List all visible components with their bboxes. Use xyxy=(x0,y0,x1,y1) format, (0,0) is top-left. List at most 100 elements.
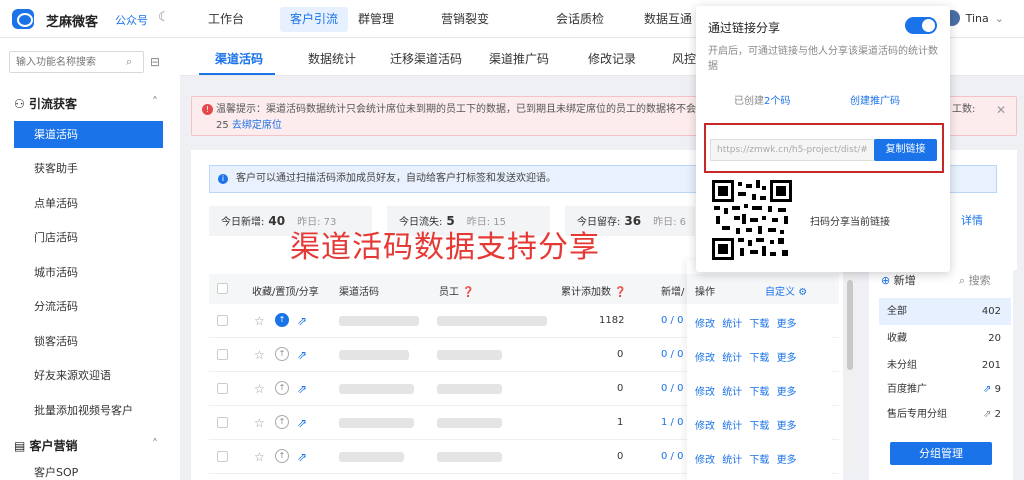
group-manage-button[interactable]: 分组管理 xyxy=(890,442,992,465)
star-icon[interactable]: ☆ xyxy=(254,382,265,396)
plus-circle-icon: ⊕ xyxy=(881,274,891,287)
pin-icon[interactable]: ↑ xyxy=(275,415,289,429)
customize-columns-button[interactable]: 自定义 ⚙ xyxy=(765,283,807,298)
sidebar-item-store-qr[interactable]: 门店活码 xyxy=(14,224,163,251)
row-checkbox[interactable] xyxy=(217,417,228,428)
edit-link: 修改 xyxy=(695,319,715,330)
row-actions[interactable]: 修改 统计 下载 更多 xyxy=(695,383,797,398)
download-link: 下载 xyxy=(749,421,770,432)
share-icon[interactable]: ⇗ xyxy=(297,450,307,464)
warning-icon: ! xyxy=(202,104,213,115)
alert-text-end: 工数: xyxy=(952,104,976,115)
tab-migrate-qr[interactable]: 迁移渠道活码 xyxy=(390,50,462,67)
new-count: 0 / 0 xyxy=(661,451,684,462)
group-item-favorites[interactable]: 收藏 20 xyxy=(879,325,1011,352)
nav-workbench[interactable]: 工作台 xyxy=(198,7,254,32)
search-icon[interactable]: ⌕ xyxy=(126,55,132,69)
popup-title: 通过链接分享 xyxy=(708,21,781,35)
app-logo-icon xyxy=(12,9,34,29)
sidebar-item-city-qr[interactable]: 城市活码 xyxy=(14,259,163,286)
row-actions[interactable]: 修改 统计 下载 更多 xyxy=(695,315,797,330)
row-actions[interactable]: 修改 统计 下载 更多 xyxy=(695,349,797,364)
create-promo-code-link[interactable]: 创建推广码 xyxy=(850,92,900,107)
nav-data-sync[interactable]: 数据互通 xyxy=(634,7,702,32)
help-icon: ❓ xyxy=(462,287,475,298)
copy-link-button[interactable]: 复制链接 xyxy=(874,139,937,161)
function-search-input[interactable] xyxy=(9,51,144,73)
section-lead-acquisition[interactable]: ⚇ 引流获客 ˄ xyxy=(14,95,158,112)
row-actions[interactable]: 修改 统计 下载 更多 xyxy=(695,417,797,432)
sidebar-item-lock-qr[interactable]: 锁客活码 xyxy=(14,328,163,355)
sidebar: ⌕ ⊟ ⚇ 引流获客 ˄ 渠道活码 获客助手 点单活码 门店活码 城市活码 分流活… xyxy=(0,38,180,480)
group-item-baidu[interactable]: 百度推广 ⇗ 9 xyxy=(879,376,1011,403)
share-icon[interactable]: ⇗ xyxy=(297,382,307,396)
blurred-staff xyxy=(437,384,502,394)
total-added: 0 xyxy=(617,383,624,394)
edit-link: 修改 xyxy=(695,455,715,466)
share-icon[interactable]: ⇗ xyxy=(297,348,307,362)
details-link[interactable]: 详情 xyxy=(961,206,983,236)
star-icon[interactable]: ☆ xyxy=(254,348,265,362)
star-icon[interactable]: ☆ xyxy=(254,416,265,430)
select-all-checkbox[interactable] xyxy=(217,283,228,294)
help-icon: ❓ xyxy=(614,287,627,298)
group-search-button[interactable]: ⌕ 搜索 xyxy=(959,272,991,288)
section-customer-marketing[interactable]: ▤ 客户营销 ˄ xyxy=(14,437,158,454)
download-link: 下载 xyxy=(749,353,770,364)
nav-customer-acquisition[interactable]: 客户引流 xyxy=(280,7,349,32)
table-scrollbar[interactable] xyxy=(845,262,855,467)
blurred-name xyxy=(339,384,414,394)
chevron-down-icon: ⌄ xyxy=(994,11,1004,25)
pin-icon[interactable]: ↑ xyxy=(275,347,289,361)
sidebar-item-welcome-message[interactable]: 好友来源欢迎语 xyxy=(14,362,163,389)
nav-session-qc[interactable]: 会话质检 xyxy=(546,7,614,32)
group-item-all[interactable]: 全部 402 xyxy=(879,298,1011,325)
qr-code-icon xyxy=(712,180,792,260)
share-url-input[interactable]: https://zmwk.cn/h5-project/dist/# xyxy=(710,139,875,161)
sidebar-item-video-customers[interactable]: 批量添加视频号客户 xyxy=(14,397,163,424)
info-icon: i xyxy=(218,174,228,184)
pin-icon[interactable]: ↑ xyxy=(275,381,289,395)
row-checkbox[interactable] xyxy=(217,349,228,360)
dark-mode-icon[interactable]: ☾ xyxy=(158,10,170,25)
share-link-popup: 通过链接分享 开启后，可通过链接与他人分享该渠道活码的统计数据 已创建2个码 创… xyxy=(696,6,950,272)
share-icon[interactable]: ⇗ xyxy=(297,416,307,430)
edit-link: 修改 xyxy=(695,387,715,398)
close-icon[interactable]: ✕ xyxy=(996,102,1006,118)
new-count: 0 / 0 xyxy=(661,349,684,360)
scrollbar-thumb[interactable] xyxy=(847,280,853,370)
sidebar-item-acquisition-assistant[interactable]: 获客助手 xyxy=(14,155,163,182)
row-checkbox[interactable] xyxy=(217,383,228,394)
share-icon[interactable]: ⇗ xyxy=(297,314,307,328)
tab-data-stats[interactable]: 数据统计 xyxy=(308,50,356,67)
user-plus-icon: ⚇ xyxy=(14,97,29,111)
sidebar-item-channel-qr[interactable]: 渠道活码 xyxy=(14,121,163,148)
row-checkbox[interactable] xyxy=(217,315,228,326)
tab-promo-code[interactable]: 渠道推广码 xyxy=(489,50,549,67)
blurred-name xyxy=(339,350,409,360)
row-checkbox[interactable] xyxy=(217,451,228,462)
gear-icon: ⚙ xyxy=(798,287,808,298)
add-group-button[interactable]: ⊕ 新增 xyxy=(881,272,916,288)
user-menu[interactable]: Tina ⌄ xyxy=(943,10,1004,26)
sidebar-item-order-qr[interactable]: 点单活码 xyxy=(14,190,163,217)
account-type-link[interactable]: 公众号 xyxy=(115,12,148,28)
group-item-aftersales[interactable]: 售后专用分组 ⇗ 2 xyxy=(879,401,1011,428)
operations-column: 操作 自定义 ⚙ 修改 统计 下载 更多 修改 统计 下载 更多 修改 统计 下… xyxy=(687,260,832,480)
share-toggle[interactable] xyxy=(905,17,937,34)
star-icon[interactable]: ☆ xyxy=(254,450,265,464)
nav-marketing-fission[interactable]: 营销裂变 xyxy=(431,7,499,32)
bind-seat-link[interactable]: 去绑定席位 xyxy=(232,120,282,131)
sidebar-item-split-qr[interactable]: 分流活码 xyxy=(14,293,163,320)
more-link: 更多 xyxy=(776,387,797,398)
star-icon[interactable]: ☆ xyxy=(254,314,265,328)
row-actions[interactable]: 修改 统计 下载 更多 xyxy=(695,451,797,466)
tab-channel-qr[interactable]: 渠道活码 xyxy=(215,50,263,67)
sidebar-item-customer-sop[interactable]: 客户SOP xyxy=(14,465,163,480)
tab-change-log[interactable]: 修改记录 xyxy=(588,50,636,67)
pin-icon[interactable]: ↑ xyxy=(275,449,289,463)
group-item-ungrouped[interactable]: 未分组 201 xyxy=(879,352,1011,379)
pin-icon[interactable]: ↑ xyxy=(275,313,289,327)
layout-icon[interactable]: ⊟ xyxy=(150,55,160,69)
nav-group-management[interactable]: 群管理 xyxy=(348,7,404,32)
